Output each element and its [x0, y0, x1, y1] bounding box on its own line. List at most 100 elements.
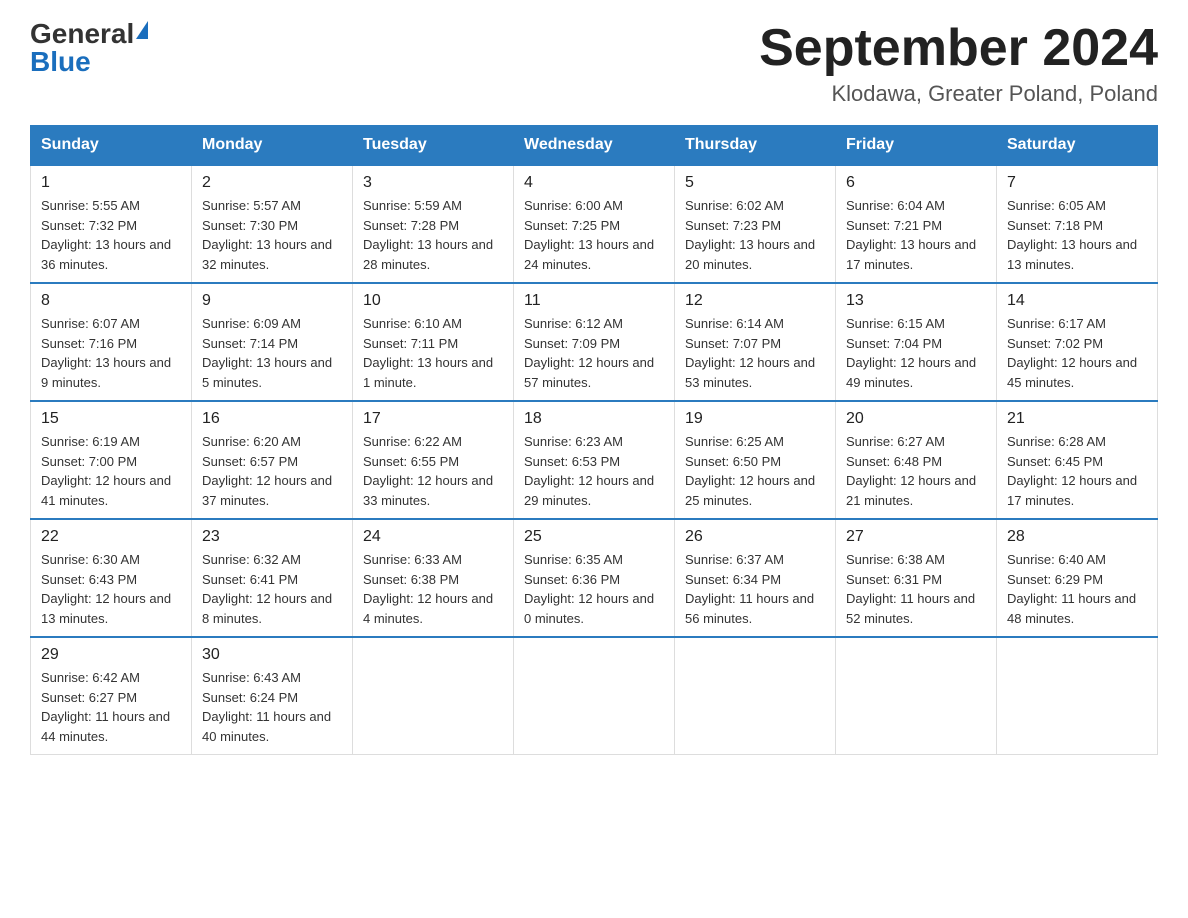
- calendar-cell: [675, 637, 836, 755]
- day-info: Sunrise: 6:38 AMSunset: 6:31 PMDaylight:…: [846, 552, 975, 626]
- day-info: Sunrise: 6:32 AMSunset: 6:41 PMDaylight:…: [202, 552, 332, 626]
- calendar-cell: 18 Sunrise: 6:23 AMSunset: 6:53 PMDaylig…: [514, 401, 675, 519]
- calendar-cell: 5 Sunrise: 6:02 AMSunset: 7:23 PMDayligh…: [675, 165, 836, 283]
- calendar-cell: 11 Sunrise: 6:12 AMSunset: 7:09 PMDaylig…: [514, 283, 675, 401]
- calendar-cell: 2 Sunrise: 5:57 AMSunset: 7:30 PMDayligh…: [192, 165, 353, 283]
- day-number: 14: [1007, 292, 1147, 310]
- day-info: Sunrise: 5:55 AMSunset: 7:32 PMDaylight:…: [41, 198, 171, 272]
- day-number: 10: [363, 292, 503, 310]
- day-number: 12: [685, 292, 825, 310]
- day-number: 19: [685, 410, 825, 428]
- calendar-week-row: 1 Sunrise: 5:55 AMSunset: 7:32 PMDayligh…: [31, 165, 1158, 283]
- title-area: September 2024 Klodawa, Greater Poland, …: [759, 20, 1158, 107]
- calendar-cell: 20 Sunrise: 6:27 AMSunset: 6:48 PMDaylig…: [836, 401, 997, 519]
- calendar-cell: 12 Sunrise: 6:14 AMSunset: 7:07 PMDaylig…: [675, 283, 836, 401]
- day-info: Sunrise: 6:04 AMSunset: 7:21 PMDaylight:…: [846, 198, 976, 272]
- calendar-cell: 15 Sunrise: 6:19 AMSunset: 7:00 PMDaylig…: [31, 401, 192, 519]
- calendar-cell: 6 Sunrise: 6:04 AMSunset: 7:21 PMDayligh…: [836, 165, 997, 283]
- day-number: 8: [41, 292, 181, 310]
- calendar-cell: 7 Sunrise: 6:05 AMSunset: 7:18 PMDayligh…: [997, 165, 1158, 283]
- day-info: Sunrise: 6:30 AMSunset: 6:43 PMDaylight:…: [41, 552, 171, 626]
- calendar-cell: 14 Sunrise: 6:17 AMSunset: 7:02 PMDaylig…: [997, 283, 1158, 401]
- day-number: 18: [524, 410, 664, 428]
- day-info: Sunrise: 6:17 AMSunset: 7:02 PMDaylight:…: [1007, 316, 1137, 390]
- page-header: General Blue September 2024 Klodawa, Gre…: [30, 20, 1158, 107]
- day-info: Sunrise: 6:12 AMSunset: 7:09 PMDaylight:…: [524, 316, 654, 390]
- day-of-week-header: Sunday: [31, 126, 192, 166]
- day-info: Sunrise: 6:22 AMSunset: 6:55 PMDaylight:…: [363, 434, 493, 508]
- day-of-week-header: Saturday: [997, 126, 1158, 166]
- calendar-cell: 26 Sunrise: 6:37 AMSunset: 6:34 PMDaylig…: [675, 519, 836, 637]
- day-number: 30: [202, 646, 342, 664]
- day-number: 24: [363, 528, 503, 546]
- day-of-week-header: Friday: [836, 126, 997, 166]
- logo: General Blue: [30, 20, 148, 76]
- day-number: 6: [846, 174, 986, 192]
- day-info: Sunrise: 6:33 AMSunset: 6:38 PMDaylight:…: [363, 552, 493, 626]
- calendar-cell: 28 Sunrise: 6:40 AMSunset: 6:29 PMDaylig…: [997, 519, 1158, 637]
- day-info: Sunrise: 6:10 AMSunset: 7:11 PMDaylight:…: [363, 316, 493, 390]
- calendar-cell: 8 Sunrise: 6:07 AMSunset: 7:16 PMDayligh…: [31, 283, 192, 401]
- calendar-cell: 3 Sunrise: 5:59 AMSunset: 7:28 PMDayligh…: [353, 165, 514, 283]
- day-info: Sunrise: 6:05 AMSunset: 7:18 PMDaylight:…: [1007, 198, 1137, 272]
- day-number: 13: [846, 292, 986, 310]
- logo-general: General: [30, 20, 134, 48]
- day-number: 5: [685, 174, 825, 192]
- day-info: Sunrise: 6:27 AMSunset: 6:48 PMDaylight:…: [846, 434, 976, 508]
- calendar-cell: [997, 637, 1158, 755]
- day-info: Sunrise: 6:14 AMSunset: 7:07 PMDaylight:…: [685, 316, 815, 390]
- day-number: 7: [1007, 174, 1147, 192]
- day-of-week-header: Wednesday: [514, 126, 675, 166]
- day-number: 21: [1007, 410, 1147, 428]
- day-number: 27: [846, 528, 986, 546]
- day-info: Sunrise: 6:43 AMSunset: 6:24 PMDaylight:…: [202, 670, 331, 744]
- day-info: Sunrise: 6:02 AMSunset: 7:23 PMDaylight:…: [685, 198, 815, 272]
- calendar-cell: [353, 637, 514, 755]
- day-number: 3: [363, 174, 503, 192]
- day-info: Sunrise: 6:25 AMSunset: 6:50 PMDaylight:…: [685, 434, 815, 508]
- calendar-cell: [836, 637, 997, 755]
- calendar-cell: 13 Sunrise: 6:15 AMSunset: 7:04 PMDaylig…: [836, 283, 997, 401]
- day-of-week-header: Tuesday: [353, 126, 514, 166]
- day-info: Sunrise: 5:57 AMSunset: 7:30 PMDaylight:…: [202, 198, 332, 272]
- calendar-cell: 22 Sunrise: 6:30 AMSunset: 6:43 PMDaylig…: [31, 519, 192, 637]
- day-info: Sunrise: 5:59 AMSunset: 7:28 PMDaylight:…: [363, 198, 493, 272]
- calendar-cell: 1 Sunrise: 5:55 AMSunset: 7:32 PMDayligh…: [31, 165, 192, 283]
- calendar-cell: 30 Sunrise: 6:43 AMSunset: 6:24 PMDaylig…: [192, 637, 353, 755]
- calendar-cell: 23 Sunrise: 6:32 AMSunset: 6:41 PMDaylig…: [192, 519, 353, 637]
- day-info: Sunrise: 6:35 AMSunset: 6:36 PMDaylight:…: [524, 552, 654, 626]
- calendar-cell: 10 Sunrise: 6:10 AMSunset: 7:11 PMDaylig…: [353, 283, 514, 401]
- day-info: Sunrise: 6:42 AMSunset: 6:27 PMDaylight:…: [41, 670, 170, 744]
- day-number: 11: [524, 292, 664, 310]
- day-info: Sunrise: 6:23 AMSunset: 6:53 PMDaylight:…: [524, 434, 654, 508]
- calendar-cell: 9 Sunrise: 6:09 AMSunset: 7:14 PMDayligh…: [192, 283, 353, 401]
- calendar-table: SundayMondayTuesdayWednesdayThursdayFrid…: [30, 125, 1158, 755]
- day-info: Sunrise: 6:19 AMSunset: 7:00 PMDaylight:…: [41, 434, 171, 508]
- calendar-cell: 4 Sunrise: 6:00 AMSunset: 7:25 PMDayligh…: [514, 165, 675, 283]
- day-info: Sunrise: 6:20 AMSunset: 6:57 PMDaylight:…: [202, 434, 332, 508]
- calendar-title: September 2024: [759, 20, 1158, 77]
- calendar-week-row: 15 Sunrise: 6:19 AMSunset: 7:00 PMDaylig…: [31, 401, 1158, 519]
- calendar-cell: 25 Sunrise: 6:35 AMSunset: 6:36 PMDaylig…: [514, 519, 675, 637]
- calendar-cell: [514, 637, 675, 755]
- day-number: 16: [202, 410, 342, 428]
- calendar-cell: 29 Sunrise: 6:42 AMSunset: 6:27 PMDaylig…: [31, 637, 192, 755]
- day-number: 28: [1007, 528, 1147, 546]
- calendar-week-row: 8 Sunrise: 6:07 AMSunset: 7:16 PMDayligh…: [31, 283, 1158, 401]
- day-number: 15: [41, 410, 181, 428]
- calendar-cell: 19 Sunrise: 6:25 AMSunset: 6:50 PMDaylig…: [675, 401, 836, 519]
- day-number: 2: [202, 174, 342, 192]
- calendar-cell: 24 Sunrise: 6:33 AMSunset: 6:38 PMDaylig…: [353, 519, 514, 637]
- day-number: 17: [363, 410, 503, 428]
- calendar-cell: 17 Sunrise: 6:22 AMSunset: 6:55 PMDaylig…: [353, 401, 514, 519]
- logo-blue: Blue: [30, 46, 91, 77]
- day-number: 25: [524, 528, 664, 546]
- day-info: Sunrise: 6:40 AMSunset: 6:29 PMDaylight:…: [1007, 552, 1136, 626]
- day-number: 1: [41, 174, 181, 192]
- calendar-cell: 16 Sunrise: 6:20 AMSunset: 6:57 PMDaylig…: [192, 401, 353, 519]
- day-info: Sunrise: 6:00 AMSunset: 7:25 PMDaylight:…: [524, 198, 654, 272]
- day-info: Sunrise: 6:07 AMSunset: 7:16 PMDaylight:…: [41, 316, 171, 390]
- calendar-cell: 21 Sunrise: 6:28 AMSunset: 6:45 PMDaylig…: [997, 401, 1158, 519]
- day-number: 23: [202, 528, 342, 546]
- day-of-week-header: Monday: [192, 126, 353, 166]
